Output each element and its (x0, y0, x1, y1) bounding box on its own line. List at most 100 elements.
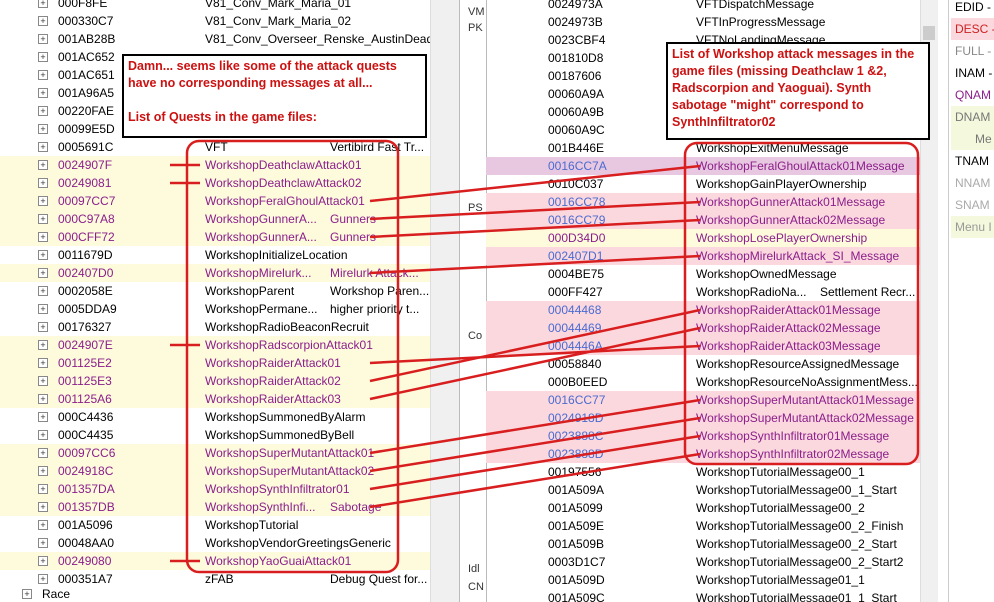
field-row[interactable]: DNAM (951, 106, 994, 128)
message-row[interactable]: 0023888C WorkshopSynthInfiltrator01Messag… (486, 427, 920, 445)
field-row[interactable]: SNAM (951, 194, 994, 216)
quest-row[interactable]: +0002058E WorkshopParent Workshop Paren... (0, 282, 430, 300)
message-row[interactable]: 0016CC78 WorkshopGunnerAttack01Message (486, 193, 920, 211)
message-row[interactable]: 00044468 WorkshopRaiderAttack01Message (486, 301, 920, 319)
field-row[interactable]: FULL - (951, 40, 994, 62)
message-row[interactable]: 0023888D WorkshopSynthInfiltrator02Messag… (486, 445, 920, 463)
expand-icon[interactable]: + (38, 322, 48, 332)
quest-row[interactable]: +0005691C VFT Vertibird Fast Tr... (0, 138, 430, 156)
message-row[interactable]: 0016CC79 WorkshopGunnerAttack02Message (486, 211, 920, 229)
quest-row[interactable]: +0024907E WorkshopRadscorpionAttack01 (0, 336, 430, 354)
expand-icon[interactable]: + (38, 124, 48, 134)
expand-icon[interactable]: + (38, 520, 48, 530)
expand-icon[interactable]: + (38, 340, 48, 350)
expand-icon[interactable]: + (38, 502, 48, 512)
scrollbar-thumb[interactable] (923, 26, 935, 40)
expand-icon[interactable]: + (38, 160, 48, 170)
message-row[interactable]: 0010C037 WorkshopGainPlayerOwnership (486, 175, 920, 193)
message-row[interactable]: 000B0EED WorkshopResourceNoAssignmentMess… (486, 373, 920, 391)
field-row[interactable]: QNAM (951, 84, 994, 106)
message-row[interactable]: 001A509C WorkshopTutorialMessage01_1_Star… (486, 589, 920, 602)
message-row[interactable]: 001A509D WorkshopTutorialMessage01_1 (486, 571, 920, 589)
quest-row[interactable]: +00097CC7 WorkshopFeralGhoulAttack01 (0, 192, 430, 210)
field-row[interactable]: NNAM (951, 172, 994, 194)
quest-row[interactable]: +000C97A8 WorkshopGunnerA... Gunners (0, 210, 430, 228)
message-row[interactable]: 00197556 WorkshopTutorialMessage00_1 (486, 463, 920, 481)
message-row[interactable]: 001A509B WorkshopTutorialMessage00_2_Star… (486, 535, 920, 553)
message-row[interactable]: 0024918D WorkshopSuperMutantAttack02Messa… (486, 409, 920, 427)
message-row[interactable]: 001A5099 WorkshopTutorialMessage00_2 (486, 499, 920, 517)
quest-row[interactable]: +0005DDA9 WorkshopPermane... higher priori… (0, 300, 430, 318)
field-row[interactable]: Me (951, 128, 994, 150)
quest-row[interactable]: +000C4436 WorkshopSummonedByAlarm (0, 408, 430, 426)
expand-icon[interactable]: + (38, 142, 48, 152)
message-row[interactable]: 002407D1 WorkshopMirelurkAttack_SI_Messag… (486, 247, 920, 265)
quest-row[interactable]: +001125E2 WorkshopRaiderAttack01 (0, 354, 430, 372)
quest-row[interactable]: +001AB28B V81_Conv_Overseer_Renske_Austin… (0, 30, 430, 48)
quest-row[interactable]: +0024907F WorkshopDeathclawAttack01 (0, 156, 430, 174)
expand-icon[interactable]: + (38, 106, 48, 116)
quest-row[interactable]: +000C4435 WorkshopSummonedByBell (0, 426, 430, 444)
quest-row[interactable]: +00176327 WorkshopRadioBeaconRecruit (0, 318, 430, 336)
expand-icon[interactable]: + (38, 304, 48, 314)
quest-row[interactable]: +001357DA WorkshopSynthInfiltrator01 (0, 480, 430, 498)
quest-row[interactable]: +00048AA0 WorkshopVendorGreetingsGeneric (0, 534, 430, 552)
quest-row[interactable]: +001125E3 WorkshopRaiderAttack02 (0, 372, 430, 390)
expand-icon[interactable]: + (38, 376, 48, 386)
quest-row[interactable]: +001A5096 WorkshopTutorial (0, 516, 430, 534)
field-row[interactable]: DESC - (951, 18, 994, 40)
expand-icon[interactable]: + (38, 394, 48, 404)
group-row-race[interactable]: + Race (0, 585, 430, 602)
message-row[interactable]: 0024973A VFTDispatchMessage (486, 0, 920, 13)
message-row[interactable]: 000FF427 WorkshopRadioNa... Settlement Rec… (486, 283, 920, 301)
expand-icon[interactable]: + (38, 484, 48, 494)
quest-row[interactable]: +0011679D WorkshopInitializeLocation (0, 246, 430, 264)
field-row[interactable]: EDID - (951, 0, 994, 18)
message-row[interactable]: 0024973B VFTInProgressMessage (486, 13, 920, 31)
field-row[interactable]: Menu I (951, 216, 994, 238)
quest-row[interactable]: +000CFF72 WorkshopGunnerA... Gunners (0, 228, 430, 246)
expand-icon[interactable]: + (38, 88, 48, 98)
quest-row[interactable]: +00249081 WorkshopDeathclawAttack02 (0, 174, 430, 192)
message-row[interactable]: 001A509A WorkshopTutorialMessage00_1_Star… (486, 481, 920, 499)
expand-icon[interactable]: + (38, 34, 48, 44)
quest-row[interactable]: +001357DB WorkshopSynthInfi... Sabotage (0, 498, 430, 516)
expand-icon[interactable]: + (38, 358, 48, 368)
message-row[interactable]: 0004446A WorkshopRaiderAttack03Message (486, 337, 920, 355)
expand-icon[interactable]: + (38, 250, 48, 260)
expand-icon[interactable]: + (38, 16, 48, 26)
expand-icon[interactable]: + (38, 448, 48, 458)
message-row[interactable]: 0004BE75 WorkshopOwnedMessage (486, 265, 920, 283)
splitter[interactable] (430, 0, 460, 602)
message-row[interactable]: 0016CC7A WorkshopFeralGhoulAttack01Messag… (486, 157, 920, 175)
quest-row[interactable]: +000F8FE V81_Conv_Mark_Maria_01 (0, 0, 430, 12)
field-row[interactable]: INAM - (951, 62, 994, 84)
expand-icon[interactable]: + (38, 268, 48, 278)
message-row[interactable]: 00058840 WorkshopResourceAssignedMessage (486, 355, 920, 373)
quest-row[interactable]: +000330C7 V81_Conv_Mark_Maria_02 (0, 12, 430, 30)
expand-icon[interactable]: + (38, 214, 48, 224)
quest-row[interactable]: +002407D0 WorkshopMirelurk... Mirelurk Att… (0, 264, 430, 282)
message-row[interactable]: 00044469 WorkshopRaiderAttack02Message (486, 319, 920, 337)
expand-icon[interactable]: + (38, 52, 48, 62)
expand-icon[interactable]: + (38, 70, 48, 80)
quest-row[interactable]: +0024918C WorkshopSuperMutantAttack02 (0, 462, 430, 480)
quest-row[interactable]: +00097CC6 WorkshopSuperMutantAttack01 (0, 444, 430, 462)
expand-icon[interactable]: + (38, 286, 48, 296)
message-row[interactable]: 000D34D0 WorkshopLosePlayerOwnership (486, 229, 920, 247)
expand-icon[interactable]: + (38, 430, 48, 440)
expand-icon[interactable]: + (38, 196, 48, 206)
quest-row[interactable]: +001125A6 WorkshopRaiderAttack03 (0, 390, 430, 408)
expand-icon[interactable]: + (22, 589, 32, 599)
expand-icon[interactable]: + (38, 232, 48, 242)
expand-icon[interactable]: + (38, 538, 48, 548)
field-row[interactable]: TNAM (951, 150, 994, 172)
expand-icon[interactable]: + (38, 574, 48, 584)
message-row[interactable]: 0003D1C7 WorkshopTutorialMessage00_2_Star… (486, 553, 920, 571)
expand-icon[interactable]: + (38, 0, 48, 8)
message-row[interactable]: 001B446E WorkshopExitMenuMessage (486, 139, 920, 157)
quest-row[interactable]: +00249080 WorkshopYaoGuaiAttack01 (0, 552, 430, 570)
expand-icon[interactable]: + (38, 556, 48, 566)
expand-icon[interactable]: + (38, 178, 48, 188)
expand-icon[interactable]: + (38, 466, 48, 476)
